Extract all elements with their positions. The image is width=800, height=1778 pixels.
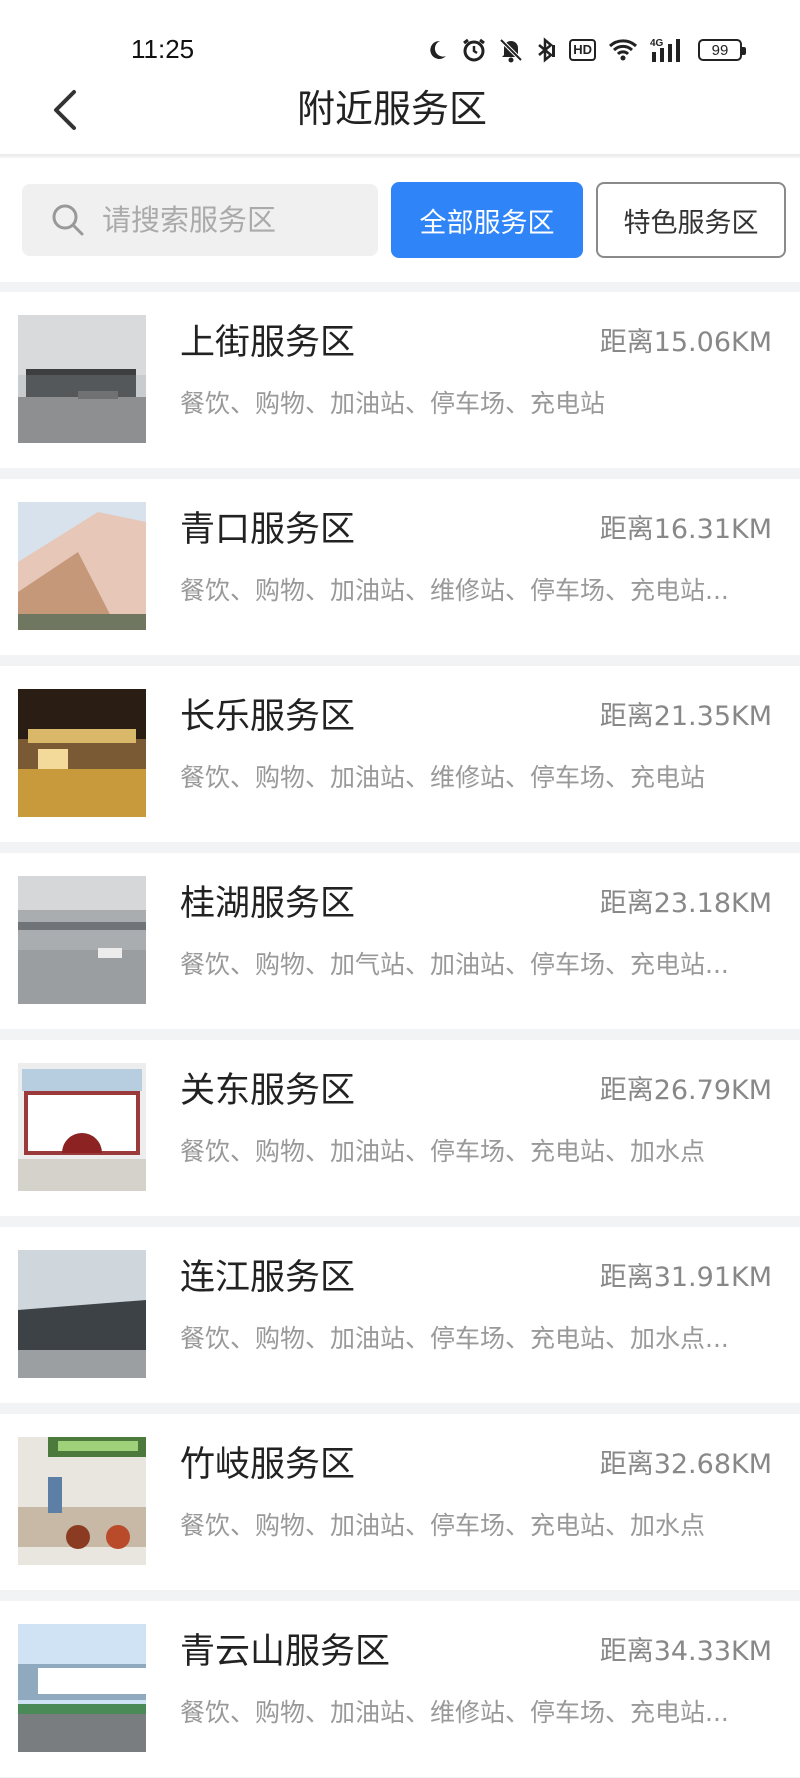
status-time: 11:25 bbox=[131, 34, 195, 64]
list-item[interactable]: 上街服务区 距离15.06KM 餐饮、购物、加油站、停车场、充电站 bbox=[0, 292, 800, 468]
service-area-name: 青云山服务区 bbox=[180, 1632, 391, 1672]
service-area-photo bbox=[18, 502, 146, 630]
service-area-name: 关东服务区 bbox=[180, 1071, 356, 1111]
service-area-name: 上街服务区 bbox=[180, 323, 356, 363]
service-area-photo bbox=[18, 1437, 146, 1565]
service-area-facilities: 餐饮、购物、加油站、停车场、充电站、加水点 bbox=[180, 1137, 706, 1166]
service-area-distance: 距离31.91KM bbox=[599, 1262, 772, 1293]
service-area-photo bbox=[18, 689, 146, 817]
service-area-facilities: 餐饮、购物、加油站、维修站、停车场、充电站... bbox=[180, 1698, 729, 1727]
list-item[interactable]: 竹岐服务区 距离32.68KM 餐饮、购物、加油站、停车场、充电站、加水点 bbox=[0, 1414, 800, 1590]
service-area-distance: 距离16.31KM bbox=[599, 514, 772, 545]
service-area-distance: 距离34.33KM bbox=[599, 1636, 772, 1667]
status-icons: HD 4G 99 bbox=[425, 36, 746, 64]
service-area-name: 长乐服务区 bbox=[180, 697, 356, 737]
list-item[interactable]: 长乐服务区 距离21.35KM 餐饮、购物、加油站、维修站、停车场、充电站 bbox=[0, 666, 800, 842]
cellular-signal-icon: 4G bbox=[650, 36, 686, 64]
service-area-facilities: 餐饮、购物、加油站、停车场、充电站、加水点 bbox=[180, 1511, 706, 1540]
list-item[interactable]: 青云山服务区 距离34.33KM 餐饮、购物、加油站、维修站、停车场、充电站..… bbox=[0, 1601, 800, 1777]
filter-bar: 全部服务区 特色服务区 bbox=[0, 158, 800, 282]
hd-icon: HD bbox=[569, 36, 596, 64]
service-area-name: 青口服务区 bbox=[180, 510, 356, 550]
nav-bar: 附近服务区 bbox=[0, 72, 800, 156]
service-area-distance: 距离26.79KM bbox=[599, 1075, 772, 1106]
service-area-facilities: 餐饮、购物、加油站、维修站、停车场、充电站 bbox=[180, 763, 706, 792]
alarm-icon bbox=[461, 36, 487, 64]
service-area-list: 上街服务区 距离15.06KM 餐饮、购物、加油站、停车场、充电站 青口服务区 … bbox=[0, 292, 800, 1778]
wifi-icon bbox=[608, 36, 638, 64]
bell-off-icon bbox=[499, 36, 523, 64]
service-area-distance: 距离32.68KM bbox=[599, 1449, 772, 1480]
battery-icon: 99 bbox=[698, 36, 746, 64]
page-title: 附近服务区 bbox=[296, 87, 487, 131]
list-item[interactable]: 桂湖服务区 距离23.18KM 餐饮、购物、加气站、加油站、停车场、充电站... bbox=[0, 853, 800, 1029]
service-area-facilities: 餐饮、购物、加气站、加油站、停车场、充电站... bbox=[180, 950, 729, 979]
search-icon bbox=[52, 204, 84, 236]
bluetooth-icon bbox=[535, 36, 557, 64]
service-area-photo bbox=[18, 1250, 146, 1378]
service-area-name: 竹岐服务区 bbox=[180, 1445, 356, 1485]
service-area-name: 桂湖服务区 bbox=[180, 884, 356, 924]
service-area-photo bbox=[18, 876, 146, 1004]
service-area-facilities: 餐饮、购物、加油站、维修站、停车场、充电站... bbox=[180, 576, 729, 605]
search-box[interactable] bbox=[22, 184, 378, 256]
filter-special-button[interactable]: 特色服务区 bbox=[596, 182, 786, 258]
search-input[interactable] bbox=[102, 203, 342, 237]
filter-all-button[interactable]: 全部服务区 bbox=[391, 182, 583, 258]
service-area-distance: 距离21.35KM bbox=[599, 701, 772, 732]
list-item[interactable]: 关东服务区 距离26.79KM 餐饮、购物、加油站、停车场、充电站、加水点 bbox=[0, 1040, 800, 1216]
list-item[interactable]: 连江服务区 距离31.91KM 餐饮、购物、加油站、停车场、充电站、加水点... bbox=[0, 1227, 800, 1403]
service-area-photo bbox=[18, 315, 146, 443]
moon-icon bbox=[425, 36, 449, 64]
service-area-distance: 距离15.06KM bbox=[599, 327, 772, 358]
service-area-photo bbox=[18, 1063, 146, 1191]
list-item[interactable]: 青口服务区 距离16.31KM 餐饮、购物、加油站、维修站、停车场、充电站... bbox=[0, 479, 800, 655]
service-area-facilities: 餐饮、购物、加油站、停车场、充电站 bbox=[180, 389, 606, 418]
svg-text:4G: 4G bbox=[650, 38, 664, 49]
service-area-distance: 距离23.18KM bbox=[599, 888, 772, 919]
service-area-facilities: 餐饮、购物、加油站、停车场、充电站、加水点... bbox=[180, 1324, 729, 1353]
status-bar: 11:25 HD 4G 99 bbox=[0, 0, 800, 72]
service-area-photo bbox=[18, 1624, 146, 1752]
service-area-name: 连江服务区 bbox=[180, 1258, 356, 1298]
